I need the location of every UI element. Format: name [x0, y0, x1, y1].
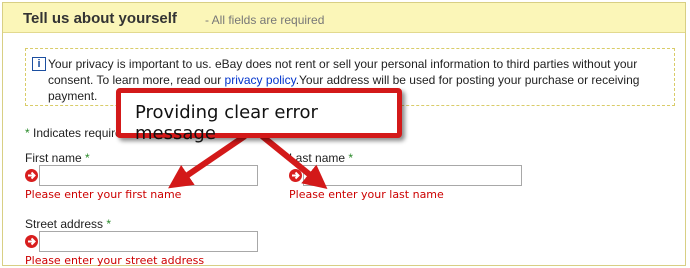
street-address-required-star: * — [106, 217, 112, 231]
annotation-callout: Providing clear error message — [116, 88, 402, 144]
first-name-label-text: First name — [25, 151, 82, 165]
last-name-input[interactable] — [303, 165, 522, 186]
street-address-input[interactable] — [39, 231, 258, 252]
section-header: Tell us about yourself - All fields are … — [3, 3, 685, 33]
required-note: * Indicates required — [25, 126, 128, 140]
last-name-label: Last name * — [289, 151, 353, 165]
last-name-label-text: Last name — [289, 151, 346, 165]
section-title: Tell us about yourself — [23, 10, 177, 27]
info-icon: i — [32, 57, 46, 71]
first-name-label: First name * — [25, 151, 90, 165]
first-name-error-arrow-icon — [25, 169, 38, 182]
first-name-required-star: * — [85, 151, 90, 165]
street-address-error-arrow-icon — [25, 235, 38, 248]
street-address-error: Please enter your street address — [25, 254, 205, 267]
last-name-error: Please enter your last name — [289, 188, 444, 201]
street-address-label: Street address * — [25, 217, 111, 231]
required-star: * — [25, 126, 30, 140]
last-name-required-star: * — [348, 151, 354, 165]
privacy-policy-link[interactable]: privacy policy — [225, 73, 296, 87]
required-note-text: Indicates required — [33, 126, 129, 140]
callout-text: Providing clear error message — [135, 102, 318, 144]
last-name-error-arrow-icon — [289, 169, 302, 182]
first-name-input[interactable] — [39, 165, 258, 186]
street-address-label-text: Street address — [25, 217, 104, 231]
section-subtitle: - All fields are required — [205, 13, 325, 27]
first-name-error: Please enter your first name — [25, 188, 182, 201]
